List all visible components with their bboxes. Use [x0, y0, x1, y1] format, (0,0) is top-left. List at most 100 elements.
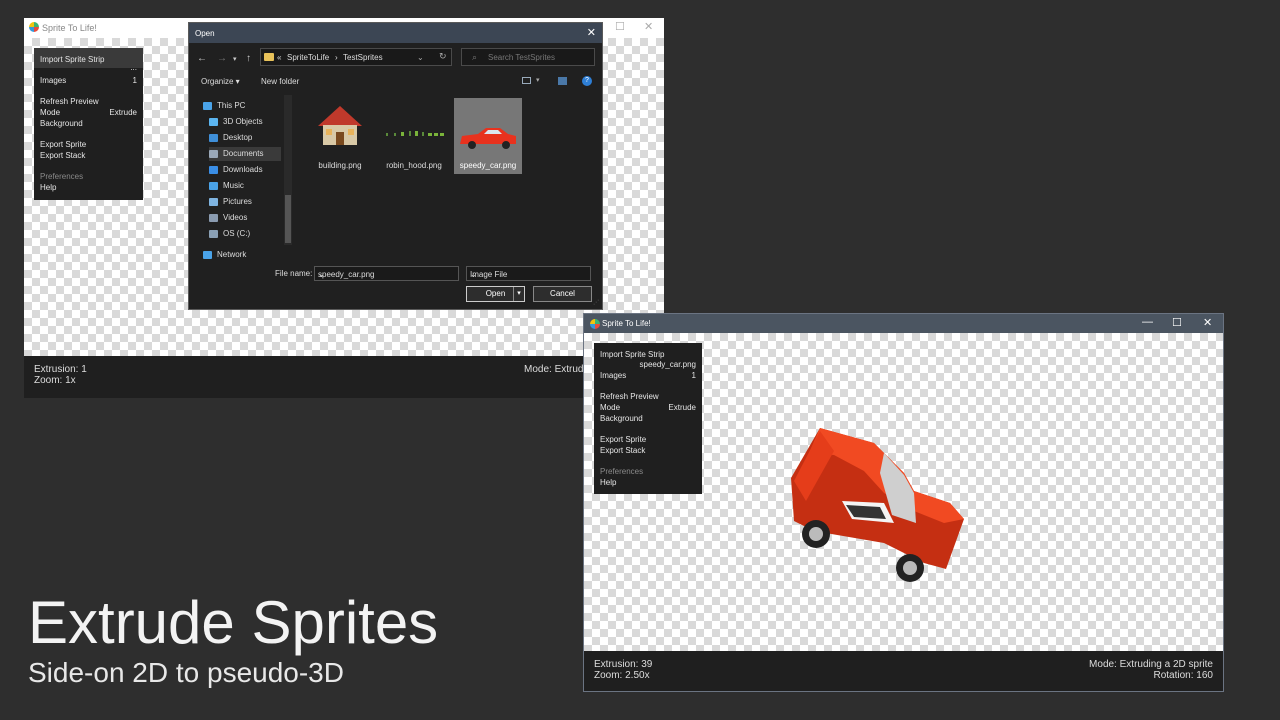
refresh-preview-item[interactable]: Refresh Preview	[40, 97, 99, 106]
desktop-icon	[209, 134, 218, 142]
address-bar[interactable]: « SpriteToLife › TestSprites ⌄ ↻	[260, 48, 452, 66]
navigation-pane: This PC 3D Objects Desktop Documents Dow…	[189, 95, 293, 263]
nav-item-network[interactable]: Network	[203, 248, 281, 262]
maximize-icon[interactable]: ☐	[615, 20, 625, 33]
car-thumbnail-icon	[460, 128, 516, 149]
organize-button[interactable]: Organize ▾	[201, 77, 240, 86]
file-name: speedy_car.png	[459, 161, 517, 170]
import-ellipsis[interactable]: ...	[130, 63, 137, 72]
breadcrumb-spritetolife[interactable]: SpriteToLife	[287, 53, 329, 62]
headline: Extrude Sprites	[28, 589, 439, 656]
new-folder-button[interactable]: New folder	[261, 77, 299, 86]
open-button[interactable]: Open ▾	[466, 286, 525, 302]
nav-label: This PC	[217, 101, 246, 110]
help-item[interactable]: Help	[600, 478, 616, 487]
search-input[interactable]: ⌕ Search TestSprites	[461, 48, 595, 66]
resize-grip-icon[interactable]: ⋰	[593, 299, 599, 306]
export-stack-item[interactable]: Export Stack	[600, 446, 645, 455]
document-icon	[209, 150, 218, 158]
breadcrumb-testsprites[interactable]: TestSprites	[343, 53, 383, 62]
close-icon[interactable]: ✕	[644, 20, 653, 33]
preferences-item[interactable]: Preferences	[40, 172, 83, 181]
mode-status: Mode: Extrud	[524, 364, 584, 375]
file-item-speedy-car[interactable]: speedy_car.png	[454, 98, 522, 174]
background-item[interactable]: Background	[600, 414, 643, 423]
help-item[interactable]: Help	[40, 183, 56, 192]
view-chevron-icon[interactable]: ▾	[536, 76, 540, 84]
nav-item-3d-objects[interactable]: 3D Objects	[209, 115, 287, 129]
nav-scrollbar[interactable]	[284, 95, 292, 245]
imported-file-name: speedy_car.png	[639, 360, 697, 369]
nav-item-documents[interactable]: Documents	[209, 147, 281, 161]
app-window-front: Sprite To Life! — ☐ ✕ Import Sprite Stri…	[583, 313, 1224, 692]
music-icon	[209, 182, 218, 190]
nav-item-desktop[interactable]: Desktop	[209, 131, 287, 145]
nav-item-music[interactable]: Music	[209, 179, 287, 193]
dialog-title: Open	[195, 29, 215, 38]
nav-label: OS (C:)	[223, 229, 251, 238]
nav-item-this-pc[interactable]: This PC	[203, 99, 281, 113]
file-name: robin_hood.png	[386, 161, 442, 170]
close-icon[interactable]: ✕	[587, 26, 596, 39]
breadcrumb-overflow[interactable]: «	[277, 53, 281, 62]
preferences-item[interactable]: Preferences	[600, 467, 643, 476]
minimize-icon[interactable]: —	[1142, 316, 1153, 328]
nav-item-downloads[interactable]: Downloads	[209, 163, 287, 177]
computer-icon	[203, 102, 212, 110]
view-options-icon[interactable]	[522, 77, 531, 84]
sprite-strip-thumbnail-icon	[386, 131, 444, 136]
open-options-chevron-icon[interactable]: ▾	[513, 287, 524, 301]
nav-label: Downloads	[223, 165, 263, 174]
breadcrumb-separator: ›	[335, 53, 338, 62]
dialog-title-bar[interactable]: Open ✕	[189, 23, 602, 43]
forward-arrow-icon[interactable]: →	[217, 53, 227, 64]
export-sprite-item[interactable]: Export Sprite	[600, 435, 646, 444]
file-name: building.png	[318, 161, 362, 170]
images-label: Images	[40, 76, 67, 85]
subheadline: Side-on 2D to pseudo-3D	[28, 657, 344, 688]
window-title: Sprite To Life!	[42, 23, 97, 33]
cube-icon	[209, 118, 218, 126]
zoom-status: Zoom: 2.50x	[594, 670, 650, 681]
nav-label: Music	[223, 181, 244, 190]
chevron-down-icon[interactable]: ⌄	[470, 270, 587, 279]
export-stack-item[interactable]: Export Stack	[40, 151, 85, 160]
file-name-input[interactable]: speedy_car.png ⌄	[314, 266, 459, 281]
title-bar[interactable]: Sprite To Life! — ☐ ✕	[584, 314, 1223, 333]
refresh-icon[interactable]: ↻	[439, 51, 447, 62]
nav-item-os-c[interactable]: OS (C:)	[209, 227, 287, 241]
import-sprite-strip-item[interactable]: Import Sprite Strip	[600, 350, 664, 359]
search-icon: ⌕	[472, 52, 478, 62]
file-type-select[interactable]: Image File ⌄	[466, 266, 591, 281]
window-title: Sprite To Life!	[602, 319, 651, 328]
extrusion-status: Extrusion: 39	[594, 659, 653, 670]
back-arrow-icon[interactable]: ←	[197, 53, 207, 64]
images-label: Images	[600, 371, 627, 380]
import-sprite-strip-item[interactable]: Import Sprite Strip	[40, 55, 104, 64]
rotation-status: Rotation: 160	[1153, 670, 1214, 681]
file-item-building[interactable]: building.png	[306, 98, 374, 174]
chevron-down-icon[interactable]: ⌄	[318, 270, 455, 279]
recent-chevron-icon[interactable]: ▾	[233, 55, 237, 63]
address-dropdown-icon[interactable]: ⌄	[417, 53, 424, 62]
maximize-icon[interactable]: ☐	[1172, 316, 1182, 329]
help-icon[interactable]: ?	[582, 76, 592, 86]
mode-value[interactable]: Extrude	[668, 403, 696, 412]
file-name-label: File name:	[275, 269, 313, 278]
refresh-preview-item[interactable]: Refresh Preview	[600, 392, 659, 401]
cancel-button[interactable]: Cancel	[533, 286, 592, 302]
close-icon[interactable]: ✕	[1203, 316, 1212, 329]
house-thumbnail-icon	[318, 106, 362, 145]
background-item[interactable]: Background	[40, 119, 83, 128]
nav-item-videos[interactable]: Videos	[209, 211, 287, 225]
network-icon	[203, 251, 212, 259]
preview-pane-icon[interactable]	[558, 77, 567, 85]
scrollbar-thumb[interactable]	[285, 195, 291, 243]
nav-item-pictures[interactable]: Pictures	[209, 195, 287, 209]
export-sprite-item[interactable]: Export Sprite	[40, 140, 86, 149]
up-arrow-icon[interactable]: ↑	[246, 53, 251, 64]
file-item-robin-hood[interactable]: robin_hood.png	[380, 98, 448, 174]
mode-value[interactable]: Extrude	[109, 108, 137, 117]
videos-icon	[209, 214, 218, 222]
side-menu: Import Sprite Strip ... Images 1 Refresh…	[34, 48, 143, 200]
